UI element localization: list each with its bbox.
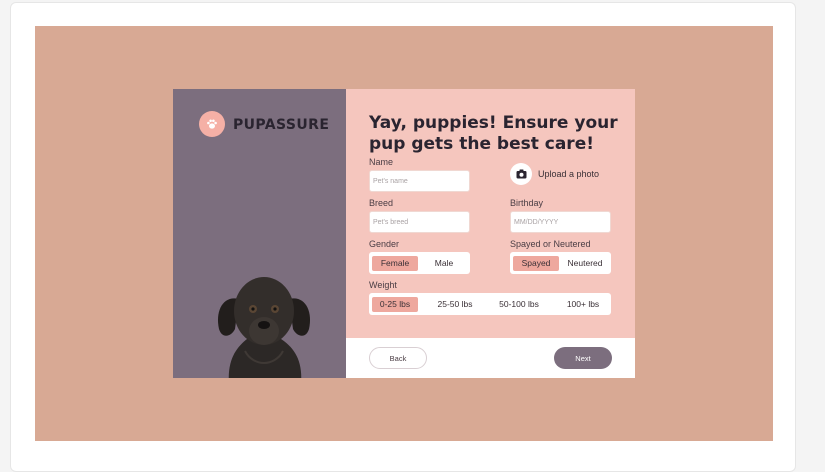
brand-name: PUPASSURE bbox=[233, 117, 330, 133]
breed-input[interactable]: Pet's breed bbox=[369, 211, 470, 233]
name-label: Name bbox=[369, 157, 394, 167]
gender-label: Gender bbox=[369, 239, 400, 249]
birthday-label: Birthday bbox=[510, 198, 544, 208]
form-panel: Yay, puppies! Ensure your pup gets the b… bbox=[346, 89, 635, 338]
pet-name-input[interactable]: Pet's name bbox=[369, 170, 470, 192]
puppy-image bbox=[217, 277, 311, 378]
gender-toggle: Female Male bbox=[369, 252, 470, 274]
spayed-option[interactable]: Spayed bbox=[513, 255, 559, 271]
weight-option-0-25[interactable]: 0-25 lbs bbox=[372, 296, 418, 312]
next-button[interactable]: Next bbox=[554, 347, 612, 369]
upload-photo-button[interactable]: Upload a photo bbox=[510, 163, 599, 185]
weight-option-25-50[interactable]: 25-50 lbs bbox=[430, 297, 480, 312]
weight-option-50-100[interactable]: 50-100 lbs bbox=[492, 297, 546, 312]
weight-label: Weight bbox=[369, 280, 397, 290]
upload-photo-label: Upload a photo bbox=[538, 169, 600, 179]
back-button[interactable]: Back bbox=[369, 347, 427, 369]
neutered-option[interactable]: Neutered bbox=[562, 256, 608, 271]
paw-icon bbox=[199, 111, 225, 137]
brand-panel: PUPASSURE bbox=[173, 89, 346, 378]
form-footer: Back Next bbox=[346, 338, 635, 378]
spayed-neutered-label: Spayed or Neutered bbox=[510, 239, 591, 249]
weight-toggle: 0-25 lbs 25-50 lbs 50-100 lbs 100+ lbs bbox=[369, 293, 611, 315]
spayed-neutered-toggle: Spayed Neutered bbox=[510, 252, 611, 274]
weight-option-100-plus[interactable]: 100+ lbs bbox=[558, 297, 608, 312]
gender-option-male[interactable]: Male bbox=[421, 256, 467, 271]
breed-label: Breed bbox=[369, 198, 394, 208]
gender-option-female[interactable]: Female bbox=[372, 255, 418, 271]
birthday-input[interactable]: MM/DD/YYYY bbox=[510, 211, 611, 233]
form-title: Yay, puppies! Ensure your pup gets the b… bbox=[369, 113, 618, 154]
camera-icon bbox=[510, 163, 532, 185]
